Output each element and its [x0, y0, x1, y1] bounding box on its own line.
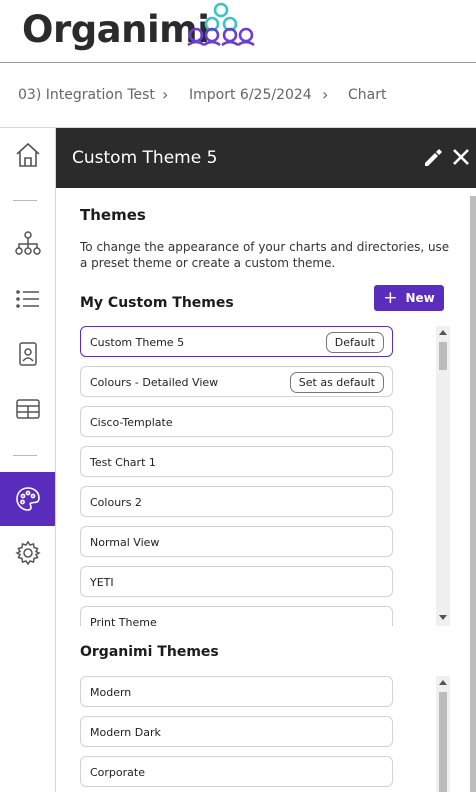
theme-item[interactable]: Test Chart 1	[80, 446, 393, 477]
theme-item[interactable]: Print Theme	[80, 606, 393, 626]
themes-panel: Themes To change the appearance of your …	[56, 188, 476, 792]
nav-home[interactable]	[0, 128, 55, 182]
nav-settings[interactable]	[0, 526, 55, 580]
organimi-themes-list: Modern Modern Dark Corporate	[80, 676, 394, 792]
custom-theme-row: Test Chart 1	[80, 446, 394, 478]
theme-item[interactable]: Corporate	[80, 756, 393, 787]
default-badge: Default	[325, 332, 384, 353]
themes-heading: Themes	[80, 206, 146, 224]
list-icon	[15, 290, 39, 308]
nav-table[interactable]	[0, 382, 55, 436]
theme-item[interactable]: Normal View	[80, 526, 393, 557]
scroll-thumb[interactable]	[439, 342, 447, 370]
scroll-thumb[interactable]	[439, 692, 447, 792]
theme-name: Test Chart 1	[90, 456, 156, 469]
breadcrumb-item-chart[interactable]: Chart	[348, 87, 386, 103]
logo-text: Organimi	[22, 8, 210, 51]
custom-theme-row: Normal View	[80, 526, 394, 558]
theme-name: Custom Theme 5	[90, 336, 185, 349]
custom-theme-row: Cisco-Template	[80, 406, 394, 438]
custom-theme-row: Colours 2	[80, 486, 394, 518]
nav-divider	[13, 455, 37, 456]
theme-name: Modern	[90, 686, 132, 699]
theme-name: Normal View	[90, 536, 160, 549]
theme-item[interactable]: Modern	[80, 676, 393, 707]
plus-icon: +	[383, 287, 398, 308]
close-icon[interactable]	[450, 146, 472, 168]
nav-org-chart[interactable]	[0, 216, 55, 270]
breadcrumb-item-import[interactable]: Import 6/25/2024	[189, 87, 312, 103]
settings-icon	[14, 540, 41, 566]
theme-name: Colours - Detailed View	[90, 376, 219, 389]
panel-header: Custom Theme 5	[56, 128, 476, 188]
custom-theme-row: Colours - Detailed View Set as default	[80, 366, 394, 398]
nav-themes[interactable]	[0, 472, 55, 526]
theme-item[interactable]: Colours - Detailed View Set as default	[80, 366, 393, 397]
organimi-theme-row: Modern Dark	[80, 716, 394, 748]
edit-pencil-icon[interactable]	[422, 147, 444, 169]
theme-item[interactable]: Modern Dark	[80, 716, 393, 747]
breadcrumb-item-project[interactable]: 03) Integration Test	[18, 87, 155, 103]
nav-directory[interactable]	[0, 327, 55, 381]
organimi-themes-heading: Organimi Themes	[80, 644, 219, 660]
new-theme-button[interactable]: + New	[374, 285, 444, 311]
theme-name: Modern Dark	[90, 726, 161, 739]
left-nav	[0, 128, 56, 792]
theme-item[interactable]: Cisco-Template	[80, 406, 393, 437]
scroll-up-icon[interactable]	[439, 330, 447, 335]
table-icon	[15, 399, 40, 419]
panel-scrollbar[interactable]	[470, 196, 476, 792]
theme-name: YETI	[90, 576, 114, 589]
custom-theme-row: Custom Theme 5 Default	[80, 326, 394, 358]
theme-item[interactable]: Colours 2	[80, 486, 393, 517]
nav-divider	[13, 200, 37, 201]
org-chart-icon	[14, 231, 41, 255]
custom-themes-scrollbar[interactable]	[436, 326, 450, 626]
scroll-down-icon[interactable]	[439, 615, 447, 620]
chevron-right-icon: ›	[162, 85, 169, 104]
organimi-themes-scrollbar[interactable]	[436, 676, 450, 792]
themes-description: To change the appearance of your charts …	[80, 240, 450, 270]
nav-list[interactable]	[0, 272, 55, 326]
custom-theme-row: YETI	[80, 566, 394, 598]
new-theme-label: New	[405, 291, 435, 305]
theme-name: Colours 2	[90, 496, 142, 509]
directory-icon	[18, 342, 37, 366]
theme-item[interactable]: Custom Theme 5 Default	[80, 326, 393, 357]
chevron-right-icon: ›	[322, 85, 329, 104]
custom-themes-list: Custom Theme 5 Default Colours - Detaile…	[80, 326, 394, 626]
organimi-theme-row: Modern	[80, 676, 394, 708]
home-icon	[15, 142, 40, 167]
breadcrumb: 03) Integration Test › Import 6/25/2024 …	[0, 63, 476, 127]
my-custom-themes-heading: My Custom Themes	[80, 295, 234, 311]
custom-theme-row: Print Theme	[80, 606, 394, 626]
panel-title: Custom Theme 5	[72, 148, 218, 168]
organimi-theme-row: Corporate	[80, 756, 394, 788]
scroll-up-icon[interactable]	[439, 680, 447, 685]
palette-icon	[15, 487, 40, 511]
logo-icon	[187, 2, 255, 46]
theme-name: Corporate	[90, 766, 145, 779]
app-header: Organimi	[0, 0, 476, 62]
theme-name: Cisco-Template	[90, 416, 173, 429]
theme-item[interactable]: YETI	[80, 566, 393, 597]
set-as-default-button[interactable]: Set as default	[289, 372, 384, 393]
theme-name: Print Theme	[90, 616, 157, 626]
